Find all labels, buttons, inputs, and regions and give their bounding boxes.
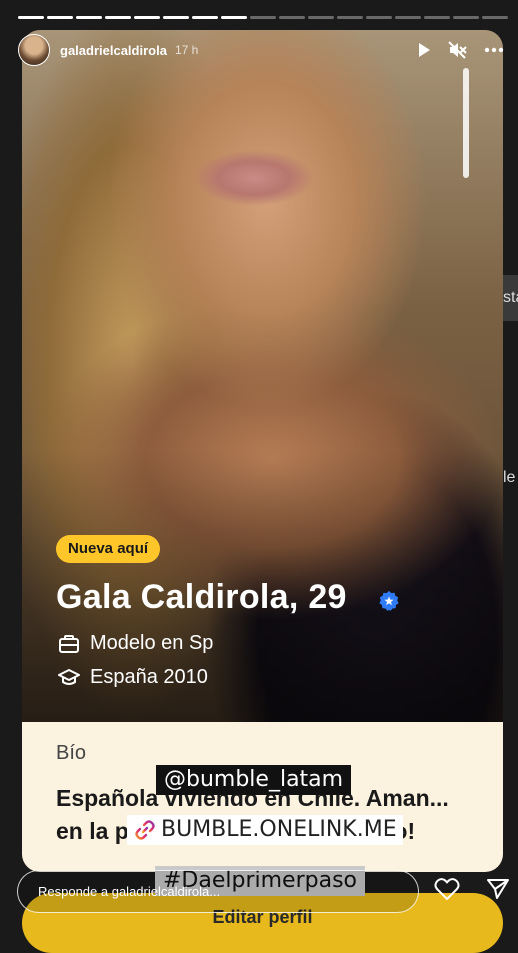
job-label: Modelo en Sp: [90, 632, 214, 654]
story-progress: [18, 16, 508, 19]
progress-segment: [424, 16, 450, 19]
link-sticker[interactable]: BUMBLE.ONELINK.ME: [127, 815, 403, 845]
next-story-peek-top: sta: [503, 275, 518, 321]
progress-segment: [250, 16, 276, 19]
story-header: galadrielcaldirola 17 h: [18, 34, 504, 66]
progress-segment: [453, 16, 479, 19]
progress-segment: [105, 16, 131, 19]
progress-segment: [221, 16, 247, 19]
progress-segment: [337, 16, 363, 19]
progress-segment: [192, 16, 218, 19]
graduation-cap-icon: [58, 668, 80, 685]
story-card[interactable]: Nueva aquí Gala Caldirola, 29 Modelo en …: [22, 30, 503, 872]
more-icon[interactable]: [484, 47, 504, 53]
next-story-peek-bottom: le: [503, 469, 516, 486]
mention-sticker[interactable]: @bumble_latam: [156, 765, 352, 795]
progress-segment: [163, 16, 189, 19]
timestamp: 17 h: [174, 43, 199, 57]
briefcase-icon: [59, 634, 79, 653]
progress-segment: [482, 16, 508, 19]
bio-section: Bío Española viviendo en Chile. Aman... …: [22, 722, 503, 872]
profile-name: Gala Caldirola, 29: [56, 578, 347, 616]
progress-segment: [366, 16, 392, 19]
bio-title: Bío: [56, 742, 87, 764]
link-icon: [135, 820, 155, 840]
new-here-badge: Nueva aquí: [56, 535, 161, 563]
play-icon[interactable]: [416, 42, 432, 58]
reply-actions: [434, 877, 510, 901]
progress-segment: [395, 16, 421, 19]
reply-input[interactable]: Responde a galadrielcaldirola...: [17, 870, 419, 913]
mute-icon[interactable]: [448, 41, 468, 59]
card-scrollbar[interactable]: [463, 68, 469, 178]
progress-segment: [308, 16, 334, 19]
education-label: España 2010: [90, 666, 208, 688]
avatar[interactable]: [18, 34, 50, 66]
progress-segment: [18, 16, 44, 19]
progress-segment: [134, 16, 160, 19]
education-row: España 2010: [58, 666, 208, 689]
send-icon[interactable]: [486, 877, 510, 901]
progress-segment: [76, 16, 102, 19]
heart-icon[interactable]: [434, 877, 460, 901]
progress-segment: [279, 16, 305, 19]
username[interactable]: galadrielcaldirola: [60, 43, 167, 58]
progress-segment: [47, 16, 73, 19]
verified-icon: [379, 590, 399, 611]
job-row: Modelo en Sp: [58, 632, 213, 655]
link-sticker-label: BUMBLE.ONELINK.ME: [161, 817, 397, 842]
